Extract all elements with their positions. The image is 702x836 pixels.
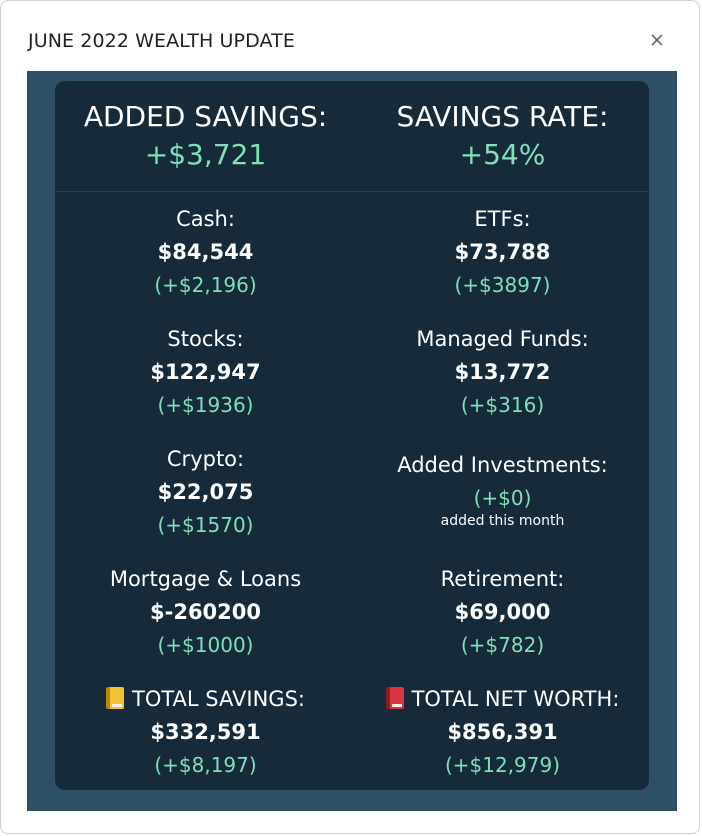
crypto-value: $22,075 [157, 480, 254, 504]
dialog-titlebar: JUNE 2022 WEALTH UPDATE [1, 1, 699, 73]
savings-rate-value: +54% [459, 138, 546, 171]
total-savings-heading: TOTAL SAVINGS: [57, 683, 354, 716]
savings-rate-block: SAVINGS RATE: +54% [354, 99, 649, 175]
retirement-label: Retirement: [440, 567, 565, 591]
mortgage-loans-label: Mortgage & Loans [109, 567, 302, 591]
etfs-label: ETFs: [474, 207, 531, 231]
stocks-value: $122,947 [150, 360, 261, 384]
savings-rate-label: SAVINGS RATE: [396, 100, 609, 133]
mortgage-loans-value: $-260200 [150, 600, 261, 624]
etfs-item: ETFs: $73,788 (+$3897) [354, 203, 649, 302]
total-savings-change: (+$8,197) [154, 753, 257, 777]
etfs-value: $73,788 [454, 240, 551, 264]
total-net-worth-heading: TOTAL NET WORTH: [354, 683, 649, 716]
crypto-label: Crypto: [166, 447, 245, 471]
red-book-icon [385, 687, 404, 709]
cash-value: $84,544 [157, 240, 254, 264]
managed-funds-label: Managed Funds: [416, 327, 589, 351]
retirement-value: $69,000 [454, 600, 551, 624]
dialog-title: JUNE 2022 WEALTH UPDATE [28, 30, 295, 52]
total-savings-label: TOTAL SAVINGS: [132, 687, 305, 711]
dialog-window: JUNE 2022 WEALTH UPDATE ADDED SAVINGS: +… [0, 0, 700, 834]
close-button[interactable] [645, 28, 669, 52]
managed-funds-change: (+$316) [460, 393, 545, 417]
total-savings-item: TOTAL SAVINGS: $332,591 (+$8,197) [57, 683, 354, 782]
managed-funds-item: Managed Funds: $13,772 (+$316) [354, 323, 649, 422]
retirement-change: (+$782) [460, 633, 545, 657]
etfs-change: (+$3897) [454, 273, 551, 297]
total-net-worth-change: (+$12,979) [444, 753, 561, 777]
cash-label: Cash: [176, 207, 235, 231]
stocks-change: (+$1936) [157, 393, 254, 417]
crypto-item: Crypto: $22,075 (+$1570) [57, 443, 354, 542]
total-net-worth-item: TOTAL NET WORTH: $856,391 (+$12,979) [354, 683, 649, 782]
stocks-item: Stocks: $122,947 (+$1936) [57, 323, 354, 422]
wealth-card: ADDED SAVINGS: +$3,721 SAVINGS RATE: +54… [55, 81, 649, 790]
added-savings-label: ADDED SAVINGS: [83, 100, 328, 133]
stocks-label: Stocks: [167, 327, 244, 351]
yellow-ledger-icon [106, 687, 124, 709]
summary-header: ADDED SAVINGS: +$3,721 SAVINGS RATE: +54… [55, 81, 649, 192]
cash-change: (+$2,196) [154, 273, 257, 297]
managed-funds-value: $13,772 [454, 360, 551, 384]
content-frame: ADDED SAVINGS: +$3,721 SAVINGS RATE: +54… [27, 71, 677, 811]
total-savings-value: $332,591 [150, 720, 261, 744]
total-net-worth-label: TOTAL NET WORTH: [411, 687, 620, 711]
added-savings-block: ADDED SAVINGS: +$3,721 [57, 99, 354, 175]
crypto-change: (+$1570) [157, 513, 254, 537]
retirement-item: Retirement: $69,000 (+$782) [354, 563, 649, 662]
added-investments-note: added this month [440, 513, 565, 529]
added-savings-value: +$3,721 [144, 138, 267, 171]
added-investments-label: Added Investments: [397, 453, 608, 477]
added-investments-item: Added Investments: (+$0) added this mont… [354, 449, 649, 532]
total-net-worth-value: $856,391 [447, 720, 558, 744]
cash-item: Cash: $84,544 (+$2,196) [57, 203, 354, 302]
mortgage-loans-change: (+$1000) [157, 633, 254, 657]
close-icon [651, 34, 663, 46]
mortgage-loans-item: Mortgage & Loans $-260200 (+$1000) [57, 563, 354, 662]
